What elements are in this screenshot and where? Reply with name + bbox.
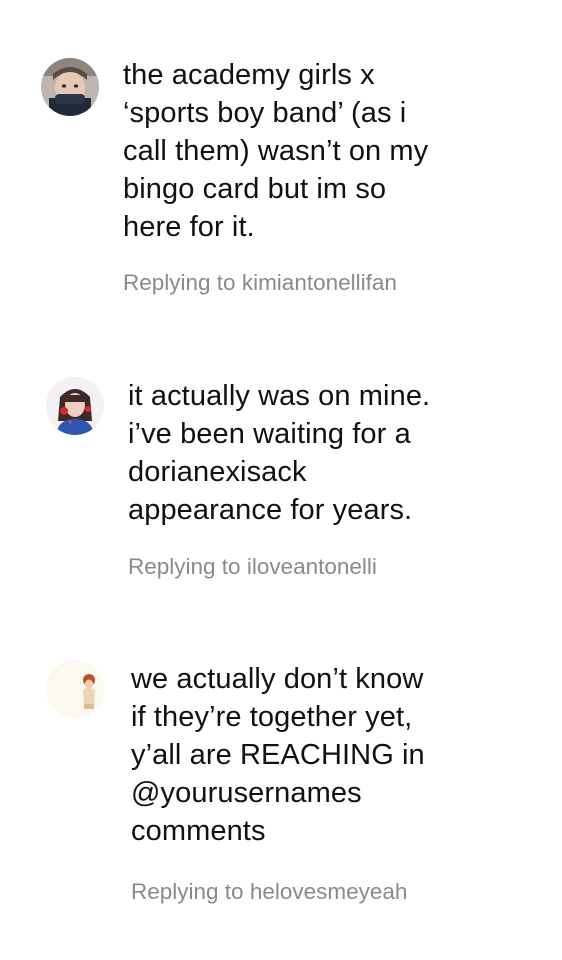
user-avatar-photo[interactable] [41, 58, 99, 116]
comment-text: it actually was on mine. i’ve been waiti… [128, 380, 431, 526]
replying-to-link[interactable]: Replying to helovesmeyeah [131, 878, 407, 906]
replying-to-link[interactable]: Replying to iloveantonelli [128, 553, 377, 581]
comment-text: we actually don’t know if they’re togeth… [131, 663, 425, 847]
comment-item: the academy girls x ‘sports boy band’ (a… [0, 0, 562, 320]
comment-item: it actually was on mine. i’ve been waiti… [0, 320, 562, 620]
user-avatar-photo[interactable] [46, 377, 104, 435]
comment-feed: the academy girls x ‘sports boy band’ (a… [0, 0, 562, 960]
avatar-image-2 [46, 377, 104, 435]
avatar-image-1 [41, 58, 99, 116]
user-avatar-photo[interactable] [46, 660, 104, 718]
comment-text: the academy girls x ‘sports boy band’ (a… [123, 59, 429, 243]
avatar-image-3 [46, 660, 104, 718]
replying-to-link[interactable]: Replying to kimiantonellifan [123, 269, 397, 297]
comment-item: we actually don’t know if they’re togeth… [0, 620, 562, 960]
